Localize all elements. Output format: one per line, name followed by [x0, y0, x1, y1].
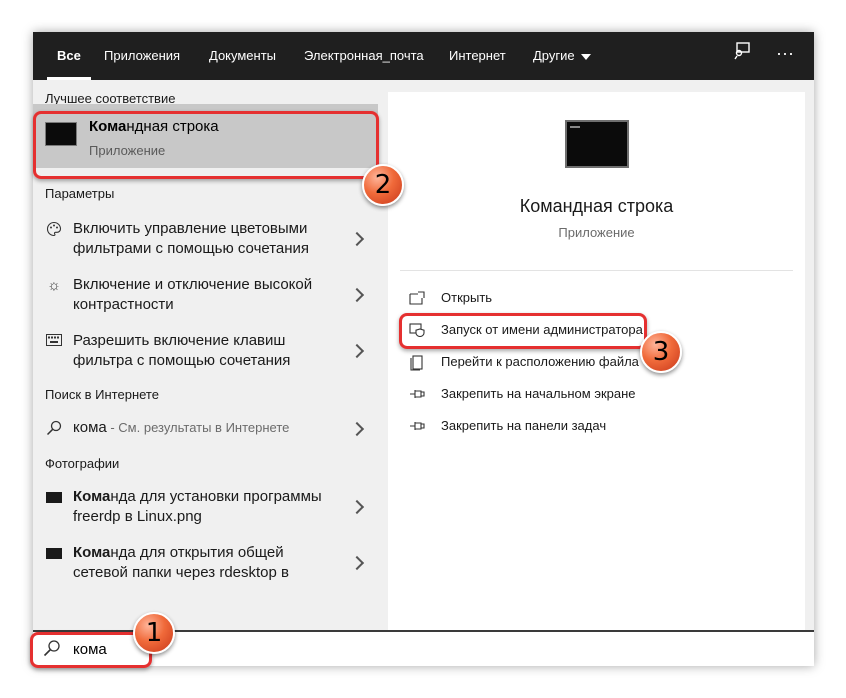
- step-badge-1: 1: [133, 612, 175, 654]
- stage: Все Приложения Документы Электронная_поч…: [0, 0, 846, 698]
- pin-icon: [408, 419, 426, 435]
- chevron-right-icon: [349, 499, 365, 515]
- chevron-right-icon: [349, 287, 365, 303]
- search-window: Все Приложения Документы Электронная_поч…: [33, 32, 814, 666]
- chevron-right-icon: [349, 231, 365, 247]
- pin-icon: [408, 387, 426, 403]
- feedback-icon[interactable]: [728, 42, 756, 70]
- palette-icon: [45, 221, 63, 239]
- shield-icon: [408, 323, 426, 339]
- tab-other[interactable]: Другие: [533, 32, 591, 80]
- list-item-web-search[interactable]: кома - См. результаты в Интернете: [33, 416, 378, 446]
- divider: [400, 270, 793, 271]
- web-search-label: кома - См. результаты в Интернете: [73, 419, 290, 436]
- photo-2-label: Команда для открытия общей сетевой папки …: [73, 544, 289, 581]
- tab-other-label: Другие: [533, 48, 575, 63]
- step-badge-2: 2: [362, 164, 404, 206]
- filter-keys-label: Разрешить включение клавиш фильтра с помо…: [73, 332, 291, 369]
- open-icon: [408, 291, 426, 307]
- best-match-subtitle: Приложение: [89, 143, 166, 158]
- tab-all[interactable]: Все: [47, 32, 91, 80]
- list-item-photo-2[interactable]: Команда для открытия общей сетевой папки …: [33, 541, 378, 587]
- chevron-right-icon: [349, 421, 365, 437]
- action-pin-taskbar-label: Закрепить на панели задач: [441, 418, 607, 433]
- color-filters-label: Включить управление цветовыми фильтрами с…: [73, 220, 310, 257]
- search-icon: [43, 639, 63, 659]
- search-icon: [45, 420, 63, 438]
- photos-header: Фотографии: [45, 456, 120, 471]
- best-match-item[interactable]: Командная строка Приложение: [33, 104, 378, 168]
- action-pin-start-label: Закрепить на начальном экране: [441, 386, 636, 401]
- tab-email[interactable]: Электронная_почта: [304, 32, 424, 80]
- settings-header: Параметры: [45, 186, 115, 201]
- best-match-title: Командная строка: [89, 118, 219, 135]
- action-open-file-location-label: Перейти к расположению файла: [441, 354, 639, 369]
- tab-internet[interactable]: Интернет: [449, 32, 506, 80]
- results-pane: Лучшее соответствие Командная строка При…: [33, 80, 378, 630]
- preview-pane: Командная строка Приложение Открыть Запу…: [388, 92, 805, 630]
- tab-apps[interactable]: Приложения: [104, 32, 180, 80]
- keyboard-icon: [45, 333, 63, 351]
- list-item-photo-1[interactable]: Команда для установки программы freerdp в…: [33, 485, 378, 531]
- chevron-down-icon: [580, 53, 591, 60]
- preview-app-name: Командная строка: [519, 196, 674, 216]
- cmd-app-icon: [45, 122, 77, 146]
- preview-app-type: Приложение: [558, 225, 635, 240]
- action-run-as-admin-label: Запуск от имени администратора: [441, 322, 643, 337]
- list-item-high-contrast[interactable]: ☼ Включение и отключение высокой контраст…: [33, 273, 378, 319]
- step-badge-3: 3: [640, 331, 682, 373]
- chevron-right-icon: [349, 555, 365, 571]
- list-item-filter-keys[interactable]: Разрешить включение клавиш фильтра с помо…: [33, 329, 378, 375]
- tab-documents[interactable]: Документы: [209, 32, 276, 80]
- folder-icon: [408, 355, 426, 371]
- list-item-color-filters[interactable]: Включить управление цветовыми фильтрами с…: [33, 217, 378, 263]
- image-file-icon: [46, 492, 62, 503]
- action-open-label: Открыть: [441, 290, 493, 305]
- tab-bar: Все Приложения Документы Электронная_поч…: [33, 32, 814, 80]
- more-icon[interactable]: ···: [771, 42, 799, 70]
- high-contrast-label: Включение и отключение высокой контрастно…: [73, 276, 313, 313]
- image-file-icon: [46, 548, 62, 559]
- web-search-header: Поиск в Интернете: [45, 387, 159, 402]
- chevron-right-icon: [349, 343, 365, 359]
- brightness-icon: ☼: [47, 277, 61, 294]
- photo-1-label: Команда для установки программы freerdp в…: [73, 488, 322, 525]
- cmd-app-large-icon: [565, 120, 629, 168]
